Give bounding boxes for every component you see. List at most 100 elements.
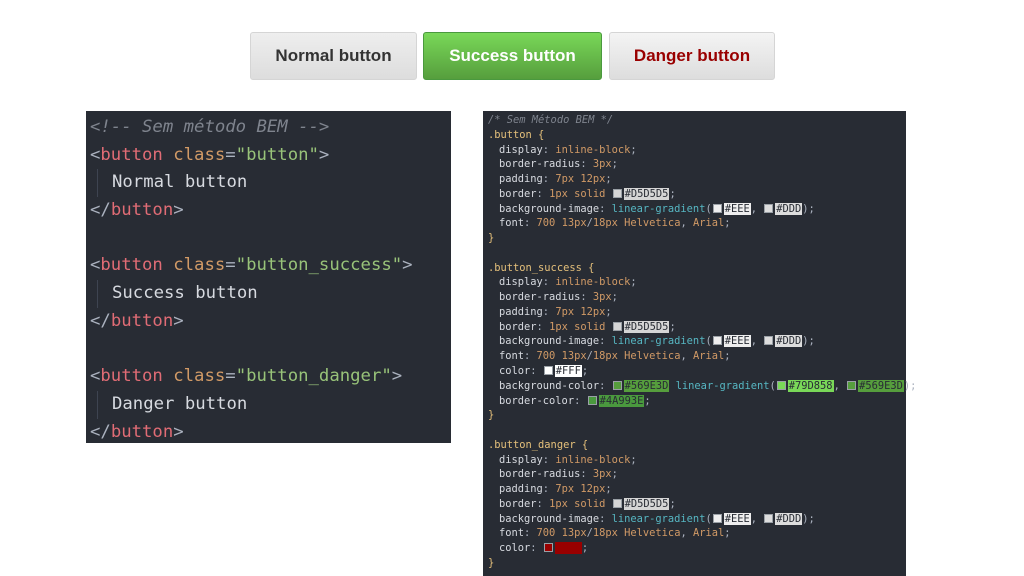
code-token: =: [225, 144, 236, 165]
code-token: 18px: [592, 217, 618, 230]
color-value: #D5D5D5: [623, 187, 670, 200]
code-token: (: [705, 202, 712, 215]
color-value: #900: [554, 542, 582, 555]
code-line: Success button: [90, 280, 451, 308]
code-token: ;: [630, 276, 637, 289]
code-token: /* Sem Método BEM */: [488, 114, 614, 126]
code-line: display: inline-block;: [488, 275, 906, 290]
code-token: :: [574, 394, 587, 407]
code-token: Arial: [692, 217, 725, 230]
code-token: :: [542, 453, 556, 466]
code-token: :: [530, 365, 543, 378]
code-token: <: [90, 255, 101, 276]
normal-button[interactable]: Normal button: [250, 32, 417, 80]
code-token: {: [575, 438, 589, 451]
code-token: :: [542, 173, 556, 186]
code-line: font: 700 13px/18px Helvetica, Arial;: [488, 349, 906, 364]
code-token: button: [100, 366, 163, 387]
color-value: #569E3D: [858, 379, 904, 392]
color-value: #DDD: [775, 512, 803, 525]
color-swatch: [712, 203, 722, 213]
color-value: #EEE: [723, 512, 751, 525]
code-token: 3px: [592, 468, 612, 481]
code-token: >: [173, 421, 184, 442]
code-line: <button class="button_danger">: [90, 363, 451, 391]
code-token: button: [100, 144, 163, 165]
code-token: }: [488, 409, 495, 422]
code-token: ;: [605, 483, 612, 496]
code-line: </button>: [90, 308, 451, 336]
code-token: inline-block: [555, 143, 631, 156]
code-token: 7px 12px: [555, 305, 606, 318]
code-token: ,: [750, 335, 764, 348]
code-token: {: [581, 261, 595, 274]
color-value: #DDD: [775, 335, 803, 348]
code-token: :: [599, 202, 612, 215]
code-token: :: [599, 335, 612, 348]
success-button[interactable]: Success button: [423, 32, 602, 80]
code-token: :: [542, 483, 556, 496]
code-token: class: [173, 255, 226, 276]
code-token: (: [705, 335, 712, 348]
code-token: :: [524, 217, 537, 230]
code-line: border-color: #4A993E;: [488, 394, 906, 409]
color-swatch: [764, 336, 774, 346]
color-value: #D5D5D5: [623, 320, 670, 333]
code-token: <: [90, 366, 101, 387]
code-token: ;: [611, 291, 618, 304]
code-token: ;: [611, 468, 618, 481]
code-token: 18px: [592, 527, 618, 540]
code-token: ,: [750, 512, 764, 525]
color-value: #D5D5D5: [623, 497, 670, 510]
code-token: Normal button: [112, 172, 248, 193]
code-token: linear-gradient: [611, 512, 706, 525]
code-token: linear-gradient: [611, 202, 706, 215]
code-token: Success button: [112, 283, 258, 304]
code-line: </button>: [90, 419, 451, 447]
code-token: (: [705, 512, 712, 525]
code-token: background-image: [499, 335, 600, 348]
code-token: padding: [499, 173, 543, 186]
code-token: ;: [724, 350, 731, 363]
code-token: :: [530, 542, 543, 555]
color-swatch: [712, 513, 722, 523]
code-line: <button class="button">: [90, 142, 451, 170]
danger-button[interactable]: Danger button: [609, 32, 775, 80]
code-token: button: [110, 421, 174, 442]
code-token: padding: [499, 483, 543, 496]
css-code-panel: /* Sem Método BEM */.button {display: in…: [483, 111, 916, 576]
code-token: display: [499, 276, 543, 289]
code-token: >: [173, 200, 184, 221]
code-token: border: [499, 497, 537, 510]
code-token: ;: [581, 365, 589, 378]
code-token: color: [499, 542, 531, 555]
code-token: 1px: [549, 320, 568, 333]
code-line: padding: 7px 12px;: [488, 172, 906, 187]
code-token: </: [90, 310, 111, 331]
code-token: :: [524, 527, 537, 540]
code-token: ;: [605, 305, 612, 318]
color-swatch: [612, 380, 622, 390]
code-token: ,: [680, 350, 693, 363]
code-token: :: [536, 320, 550, 333]
code-line: /* Sem Método BEM */: [488, 113, 906, 128]
code-token: border: [499, 187, 537, 200]
code-token: solid: [567, 320, 612, 333]
code-token: .button_success: [488, 261, 582, 274]
code-line: <button class="button_success">: [90, 252, 451, 280]
code-token: 18px: [592, 350, 618, 363]
code-token: ,: [833, 379, 847, 392]
code-line: <!-- Sem método BEM -->: [90, 114, 451, 142]
code-line: .button_success {: [488, 261, 906, 276]
code-line: color: #FFF;: [488, 364, 906, 379]
code-token: Helvetica: [617, 217, 681, 230]
code-token: display: [499, 453, 543, 466]
code-token: :: [542, 143, 556, 156]
code-token: {: [531, 128, 545, 141]
code-token: solid: [567, 187, 612, 200]
code-token: font: [499, 527, 525, 540]
code-token: border-color: [499, 394, 575, 407]
